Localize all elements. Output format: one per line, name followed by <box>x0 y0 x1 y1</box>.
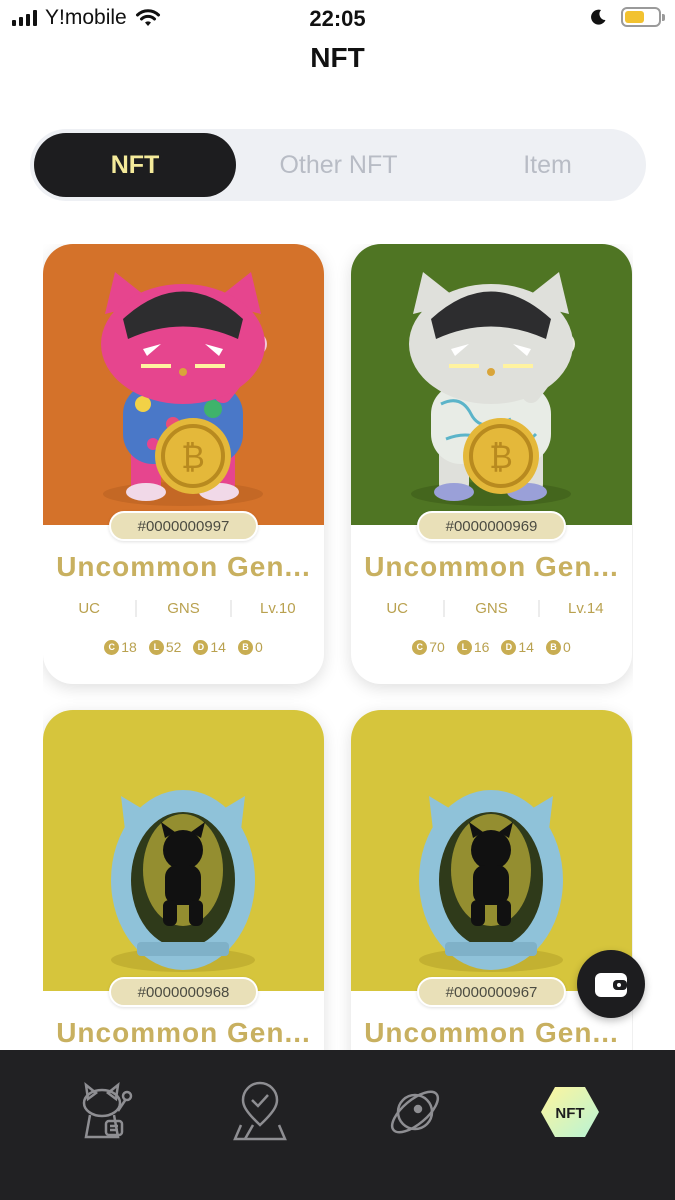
stat-value: 0 <box>562 639 571 655</box>
moon-icon <box>591 9 606 25</box>
stat-value: 14 <box>210 639 226 655</box>
wallet-button[interactable] <box>577 950 645 1018</box>
nft-image: ₿ <box>43 244 324 525</box>
stat-b: B0 <box>545 639 571 655</box>
stat-c: C 70 <box>412 639 445 655</box>
battery-icon <box>621 7 665 27</box>
stat-c-icon: C <box>104 639 120 655</box>
serial-badge: #0000000968 <box>109 977 258 1007</box>
serial-badge: #0000000967 <box>417 977 566 1007</box>
status-time: 22:05 <box>309 6 366 31</box>
stat-l-icon: L <box>456 639 472 655</box>
stat-b-icon: B <box>237 639 253 655</box>
nft-name: Uncommon Gen... <box>56 1017 311 1048</box>
nft-badge-icon: NFT <box>541 1087 599 1137</box>
nft-card[interactable]: #0000000968 Uncommon Gen... <box>43 710 324 1050</box>
stat-d-icon: D <box>501 639 517 655</box>
lucky-cat-icon <box>82 1082 133 1139</box>
level-label: Lv.14 <box>568 600 604 617</box>
type-label: GNS <box>445 600 540 617</box>
serial-badge: #0000000969 <box>417 511 566 541</box>
wallet-icon <box>595 973 627 997</box>
status-bar: Y!mobile 22:05 <box>0 0 675 40</box>
rarity-label: UC <box>351 600 446 617</box>
orbit-icon <box>390 1090 440 1134</box>
stat-b: B0 <box>237 639 263 655</box>
nft-card[interactable]: ₿ #0000000969 Uncommon Gen... UC GNS Lv.… <box>351 244 632 684</box>
nav-lucky-cat[interactable] <box>69 1076 141 1148</box>
stat-c-icon: C <box>412 639 428 655</box>
bottom-nav: NFT <box>0 1050 675 1200</box>
svg-text:₿: ₿ <box>489 438 513 476</box>
nav-orbit[interactable] <box>379 1076 451 1148</box>
nft-image <box>351 710 632 991</box>
nft-name: Uncommon Gen... <box>364 1017 619 1048</box>
stat-c: C 18 <box>104 639 137 655</box>
tab-item[interactable]: Item <box>449 129 646 201</box>
rarity-label: UC <box>43 600 138 617</box>
nft-grid: ₿ #0000000997 Uncommon Gen... UC GNS Lv.… <box>43 244 633 1050</box>
stat-d-icon: D <box>193 639 209 655</box>
map-pin-check-icon <box>233 1081 287 1141</box>
stat-value: 0 <box>254 639 263 655</box>
stat-value: 18 <box>121 639 137 655</box>
nft-image <box>43 710 324 991</box>
nft-name: Uncommon Gen... <box>364 551 619 582</box>
page-title: NFT <box>310 42 365 73</box>
stats-row: C 70 L 16 D 14 B0 <box>351 639 632 655</box>
stat-d: D 14 <box>193 639 226 655</box>
nft-name: Uncommon Gen... <box>56 551 311 582</box>
nav-map[interactable] <box>224 1076 296 1148</box>
stat-l: L 16 <box>456 639 490 655</box>
attribute-row: UC GNS Lv.10 <box>43 600 324 617</box>
nft-card[interactable]: ₿ #0000000997 Uncommon Gen... UC GNS Lv.… <box>43 244 324 684</box>
type-label: GNS <box>137 600 232 617</box>
stat-d: D 14 <box>501 639 534 655</box>
attribute-row: UC GNS Lv.14 <box>351 600 632 617</box>
stat-b-icon: B <box>545 639 561 655</box>
battery-level <box>625 11 645 23</box>
stat-l: L 52 <box>148 639 182 655</box>
svg-text:₿: ₿ <box>181 438 205 476</box>
stat-l-icon: L <box>148 639 164 655</box>
level-label: Lv.10 <box>260 600 296 617</box>
segmented-tabs: NFT Other NFT Item <box>30 129 646 201</box>
serial-badge: #0000000997 <box>109 511 258 541</box>
nav-nft-label: NFT <box>555 1105 584 1122</box>
stats-row: C 18 L 52 D 14 B0 <box>43 639 324 655</box>
nav-nft[interactable]: NFT <box>534 1076 606 1148</box>
tab-other-nft[interactable]: Other NFT <box>240 129 449 201</box>
stat-value: 14 <box>518 639 534 655</box>
status-right <box>589 7 665 27</box>
stat-value: 52 <box>165 639 182 655</box>
stat-value: 70 <box>429 639 445 655</box>
nft-image: ₿ <box>351 244 632 525</box>
stat-value: 16 <box>473 639 490 655</box>
tab-nft[interactable]: NFT <box>34 133 236 197</box>
